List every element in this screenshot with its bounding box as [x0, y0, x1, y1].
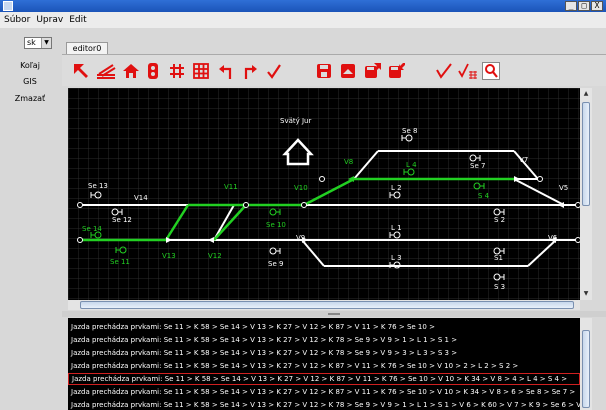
route-icon[interactable]	[458, 62, 478, 80]
label-se12: Se 12	[112, 216, 132, 224]
signal-icon[interactable]	[146, 62, 160, 80]
label-v12: V12	[208, 252, 222, 260]
track-node[interactable]	[243, 202, 249, 208]
switch-track-icon[interactable]	[96, 62, 116, 80]
zoom-icon[interactable]	[482, 62, 500, 80]
log-line[interactable]: Jazda prechádza prvkami: Se 11 > K 58 > …	[68, 334, 580, 346]
log-vertical-scrollbar[interactable]	[580, 318, 592, 410]
label-l2: L 2	[391, 184, 402, 192]
label-v6: V6	[548, 234, 558, 242]
language-select[interactable]: sk ▼	[24, 37, 52, 49]
split-pane-divider[interactable]	[62, 311, 606, 317]
label-v11: V11	[224, 183, 238, 191]
station-house-icon[interactable]	[122, 62, 140, 80]
label-l1: L 1	[391, 224, 402, 232]
label-se14: Se 14	[82, 225, 102, 233]
export-icon[interactable]	[364, 62, 382, 80]
sidebar-item-delete[interactable]: Zmazať	[0, 94, 60, 103]
close-button[interactable]: X	[591, 1, 603, 11]
language-value: sk	[27, 38, 36, 47]
splitter-grip[interactable]	[328, 313, 340, 315]
scroll-thumb[interactable]	[582, 102, 590, 206]
route-log-panel: Jazda prechádza prvkami: Se 11 > K 58 > …	[68, 318, 580, 410]
turn-right-icon[interactable]	[242, 62, 258, 80]
open-icon[interactable]	[340, 62, 356, 80]
menu-bar: Súbor Uprav Edit	[0, 12, 606, 28]
scroll-thumb[interactable]	[80, 301, 574, 309]
label-v7: V7	[519, 156, 528, 164]
track-editor-canvas[interactable]: Svätý Jur Se 13 V14 Se 12 Se 14 Se 11 V1…	[68, 88, 580, 300]
sidebar-item-gis[interactable]: GIS	[0, 77, 60, 86]
track-node[interactable]	[77, 237, 83, 243]
label-s1: S1	[494, 254, 503, 262]
canvas-vertical-scrollbar[interactable]: ▲ ▼	[580, 88, 592, 300]
window-controls: _ □ X	[565, 1, 603, 11]
label-l3: L 3	[391, 254, 402, 262]
log-line[interactable]: Jazda prechádza prvkami: Se 11 > K 58 > …	[68, 399, 580, 410]
scroll-thumb[interactable]	[582, 330, 590, 408]
check-icon[interactable]	[266, 62, 282, 80]
track-diagram[interactable]: Svätý Jur Se 13 V14 Se 12 Se 14 Se 11 V1…	[68, 88, 580, 300]
label-v9: V9	[296, 234, 305, 242]
menu-edit-sk[interactable]: Uprav	[36, 15, 63, 25]
import-icon[interactable]	[388, 62, 406, 80]
label-se10: Se 10	[266, 221, 286, 229]
label-v5: V5	[559, 184, 568, 192]
track-node[interactable]	[77, 202, 83, 208]
label-l4: L 4	[406, 161, 417, 169]
maximize-button[interactable]: □	[578, 1, 590, 11]
label-s2: S 2	[494, 216, 505, 224]
grid-hash-icon[interactable]	[168, 62, 186, 80]
menu-edit[interactable]: Edit	[69, 15, 86, 25]
label-se13: Se 13	[88, 182, 108, 190]
left-panel: sk ▼ Koľaj GIS Zmazať	[0, 28, 60, 410]
track-node[interactable]	[301, 202, 307, 208]
scroll-up-icon[interactable]: ▲	[582, 90, 590, 97]
label-v10: V10	[294, 184, 308, 192]
label-se7: Se 7	[470, 162, 485, 170]
track-node[interactable]	[319, 176, 325, 182]
scroll-down-icon[interactable]: ▼	[582, 290, 590, 297]
station-name: Svätý Jur	[280, 117, 311, 125]
track-node[interactable]	[537, 176, 543, 182]
log-line[interactable]: Jazda prechádza prvkami: Se 11 > K 58 > …	[68, 347, 580, 359]
sidebar-item-track[interactable]: Koľaj	[0, 61, 60, 70]
title-bar: _ □ X	[0, 0, 606, 12]
chevron-down-icon: ▼	[41, 38, 51, 48]
canvas-horizontal-scrollbar[interactable]	[68, 300, 580, 310]
label-v8: V8	[344, 158, 353, 166]
turn-left-icon[interactable]	[218, 62, 234, 80]
menu-file[interactable]: Súbor	[4, 15, 30, 25]
label-v13: V13	[162, 252, 176, 260]
log-line-selected[interactable]: Jazda prechádza prvkami: Se 11 > K 58 > …	[68, 373, 580, 385]
save-icon[interactable]	[316, 62, 332, 80]
label-s4: S 4	[478, 192, 490, 200]
log-line[interactable]: Jazda prechádza prvkami: Se 11 > K 58 > …	[68, 360, 580, 372]
grid-table-icon[interactable]	[192, 62, 210, 80]
minimize-button[interactable]: _	[565, 1, 577, 11]
label-s3: S 3	[494, 283, 505, 291]
app-icon	[3, 1, 13, 11]
validate-icon[interactable]	[436, 62, 452, 80]
label-se11: Se 11	[110, 258, 130, 266]
toolbar	[62, 54, 606, 86]
label-se9: Se 9	[268, 260, 283, 268]
tab-editor0[interactable]: editor0	[66, 42, 108, 54]
log-line[interactable]: Jazda prechádza prvkami: Se 11 > K 58 > …	[68, 321, 580, 333]
label-v14: V14	[134, 194, 148, 202]
tab-bar: editor0	[62, 40, 606, 54]
pointer-arrow-icon[interactable]	[72, 62, 90, 80]
label-se8: Se 8	[402, 127, 417, 135]
log-line[interactable]: Jazda prechádza prvkami: Se 11 > K 58 > …	[68, 386, 580, 398]
